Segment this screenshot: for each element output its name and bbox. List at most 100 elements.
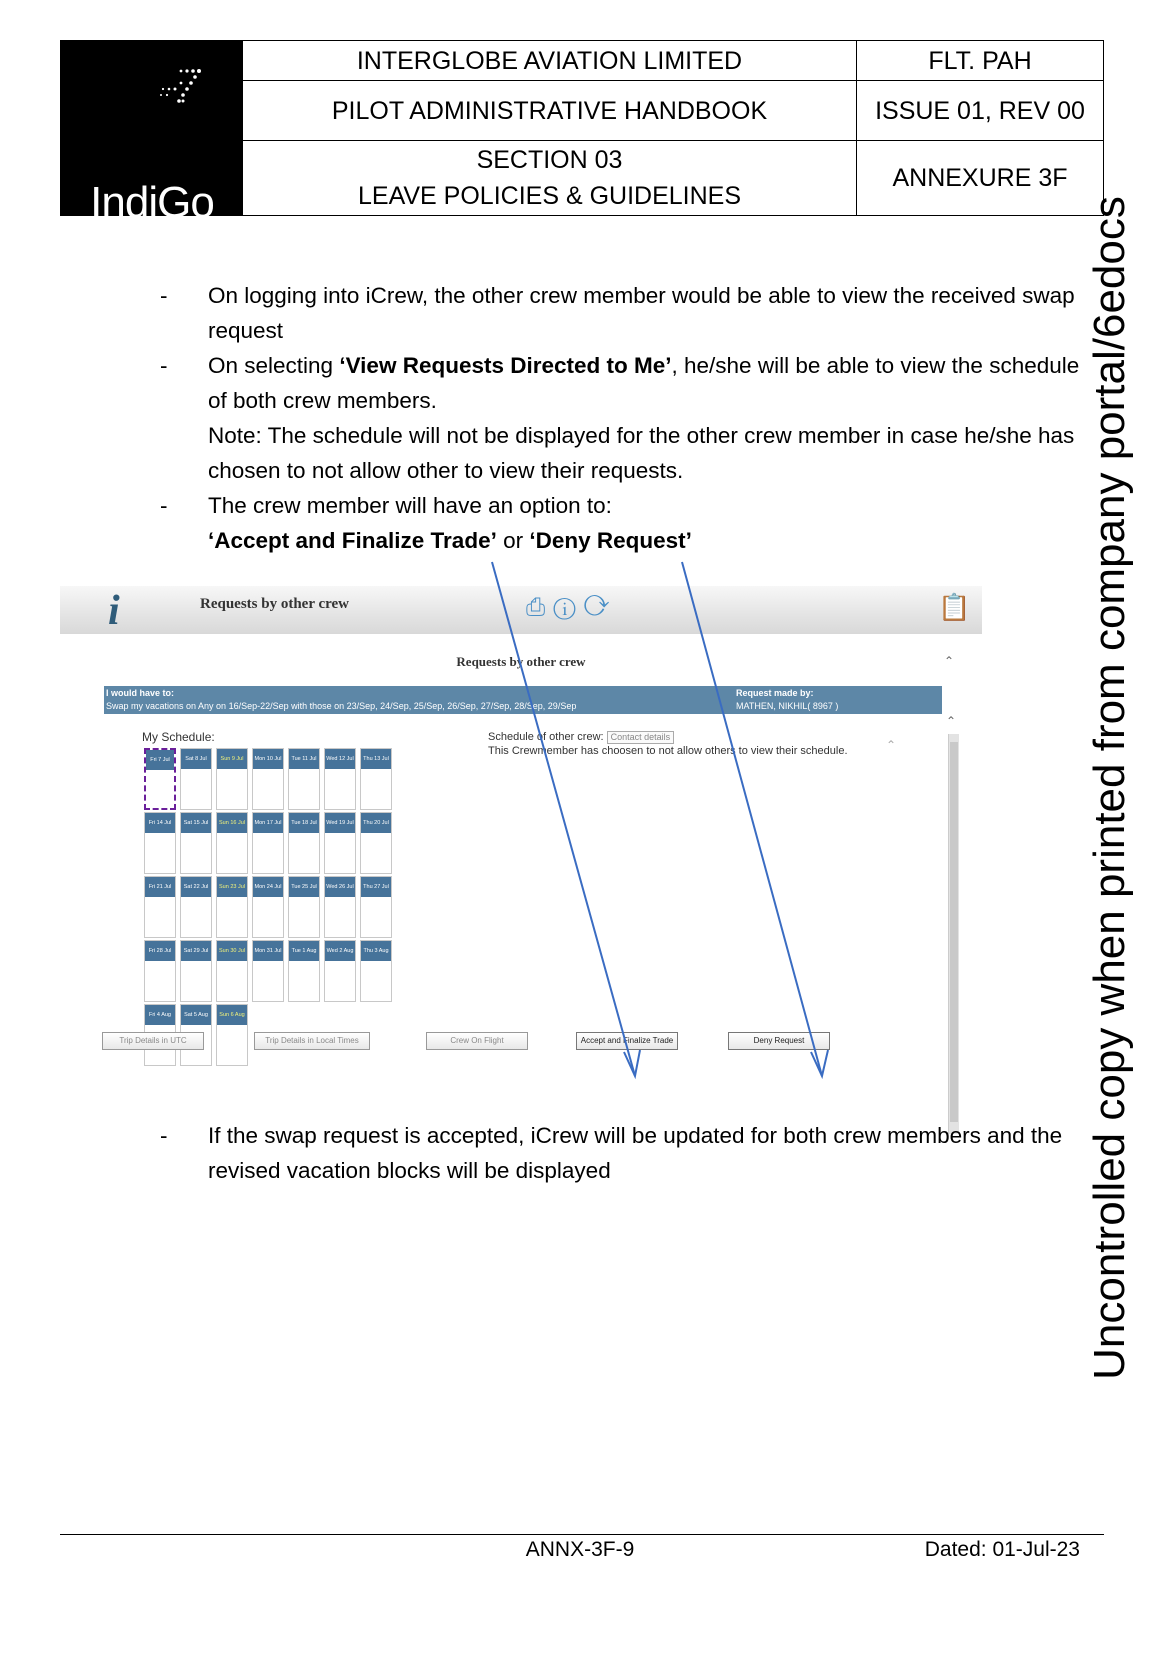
bullet-text: The crew member will have an option to: [208,493,612,518]
app-logo: i [108,588,120,634]
schedule-day-label: Thu 13 Jul [361,749,391,769]
bullet-text: On selecting [208,353,340,378]
schedule-day-label: Fri 4 Aug [145,1005,175,1025]
schedule-day-cell[interactable]: Wed 19 Jul [324,812,356,874]
schedule-day-label: Sat 5 Aug [181,1005,211,1025]
deny-request-button[interactable]: Deny Request [728,1032,830,1050]
schedule-day-cell[interactable]: Sun 16 Jul [216,812,248,874]
schedule-day-label: Wed 26 Jul [325,877,355,897]
schedule-day-cell[interactable]: Sun 6 Aug [216,1004,248,1066]
schedule-day-cell[interactable]: Thu 13 Jul [360,748,392,810]
schedule-day-cell[interactable]: Mon 24 Jul [252,876,284,938]
window-title: Requests by other crew [200,596,350,612]
scroll-up-icon[interactable]: ⌃ [886,738,896,752]
schedule-day-cell[interactable]: Wed 2 Aug [324,940,356,1002]
bullet-dash: - [160,353,168,378]
schedule-day-cell[interactable]: Thu 3 Aug [360,940,392,1002]
schedule-day-label: Fri 21 Jul [145,877,175,897]
doc-code: FLT. PAH [856,41,1103,81]
contact-details-button[interactable]: Contact details [606,731,675,744]
note-text: Note: The schedule will not be displayed… [208,423,1075,483]
schedule-day-cell[interactable]: Tue 18 Jul [288,812,320,874]
refresh-icon[interactable]: ⟳ [584,594,618,621]
content-panel: Requests by other crew ⌃ I would have to… [60,634,982,1148]
icrew-screenshot: i Requests by other crew ⎙ⓘ⟳ 📋 Requests … [60,586,982,1148]
toolbar-icons: ⎙ⓘ⟳ [526,594,617,622]
scroll-up-icon[interactable]: ⌃ [946,714,956,728]
section-name: LEAVE POLICIES & GUIDELINES [357,182,741,210]
schedule-day-cell[interactable]: Sun 30 Jul [216,940,248,1002]
panel-subtitle: Requests by other crew [456,654,586,669]
other-schedule-message: This Crewmember has choosen to not allow… [488,745,848,757]
section-number: SECTION 03 [476,146,623,174]
list-item: - The crew member will have an option to… [150,488,1100,558]
schedule-day-cell[interactable]: Tue 11 Jul [288,748,320,810]
schedule-day-label: Mon 31 Jul [253,941,283,961]
bullet-text: If the swap request is accepted, iCrew w… [208,1123,1063,1183]
calendar-icon[interactable]: 📋 [938,592,970,623]
print-icon[interactable]: ⎙ [526,594,553,621]
request-left-text: Swap my vacations on Any on 16/Sep-22/Se… [106,701,577,711]
schedule-day-label: Sun 23 Jul [217,877,247,897]
vertical-scrollbar[interactable] [948,734,959,1134]
schedule-day-label: Sun 16 Jul [217,813,247,833]
scrollbar-thumb[interactable] [950,742,958,1122]
schedule-day-cell[interactable]: Fri 7 Jul [144,748,176,810]
schedule-day-cell[interactable]: Sat 22 Jul [180,876,212,938]
schedule-day-label: Tue 11 Jul [289,749,319,769]
schedule-day-label: Sun 9 Jul [217,749,247,769]
schedule-day-cell[interactable]: Sat 8 Jul [180,748,212,810]
schedule-day-label: Sat 8 Jul [181,749,211,769]
request-left-title: I would have to: [106,688,175,698]
schedule-day-cell[interactable]: Wed 26 Jul [324,876,356,938]
bullet-text: On logging into iCrew, the other crew me… [208,283,1075,343]
issue-revision: ISSUE 01, REV 00 [856,81,1103,141]
schedule-day-cell[interactable]: Sat 29 Jul [180,940,212,1002]
plane-logo-icon [160,69,201,103]
schedule-day-label: Thu 27 Jul [361,877,391,897]
schedule-day-label: Mon 17 Jul [253,813,283,833]
schedule-day-label: Wed 12 Jul [325,749,355,769]
schedule-day-cell[interactable]: Mon 31 Jul [252,940,284,1002]
schedule-day-label: Tue 1 Aug [289,941,319,961]
schedule-day-cell[interactable]: Sun 9 Jul [216,748,248,810]
my-schedule-label: My Schedule: [142,730,215,744]
document-header: IndiGo INTERGLOBE AVIATION LIMITED PILOT… [60,40,1104,225]
footer-rule [60,1534,1104,1535]
schedule-day-cell[interactable]: Sat 15 Jul [180,812,212,874]
schedule-day-cell[interactable]: Fri 14 Jul [144,812,176,874]
schedule-day-cell[interactable]: Thu 27 Jul [360,876,392,938]
help-icon[interactable]: ⓘ [553,594,583,621]
schedule-day-label: Wed 19 Jul [325,813,355,833]
trip-details-local-button[interactable]: Trip Details in Local Times [254,1032,370,1050]
schedule-day-cell[interactable]: Fri 21 Jul [144,876,176,938]
schedule-day-cell[interactable]: Wed 12 Jul [324,748,356,810]
schedule-day-cell[interactable]: Tue 1 Aug [288,940,320,1002]
schedule-day-label: Fri 14 Jul [145,813,175,833]
schedule-day-cell[interactable]: Mon 10 Jul [252,748,284,810]
scroll-up-icon[interactable]: ⌃ [944,654,954,668]
logo-text: IndiGo [90,178,215,227]
other-schedule: Schedule of other crew: Contact details … [488,730,848,758]
list-item: - If the swap request is accepted, iCrew… [150,1118,1100,1188]
option-or: or [496,528,530,553]
schedule-day-label: Sun 6 Aug [217,1005,247,1025]
list-item: - On logging into iCrew, the other crew … [150,278,1100,348]
schedule-day-label: Tue 25 Jul [289,877,319,897]
bullet-dash: - [160,283,168,308]
schedule-day-cell[interactable]: Sun 23 Jul [216,876,248,938]
trip-details-utc-button[interactable]: Trip Details in UTC [102,1032,204,1050]
schedule-day-cell[interactable]: Mon 17 Jul [252,812,284,874]
schedule-day-label: Sun 30 Jul [217,941,247,961]
crew-on-flight-button[interactable]: Crew On Flight [426,1032,528,1050]
accept-finalize-trade-button[interactable]: Accept and Finalize Trade [576,1032,678,1050]
schedule-day-cell[interactable]: Fri 28 Jul [144,940,176,1002]
schedule-day-label: Fri 28 Jul [145,941,175,961]
schedule-day-cell[interactable]: Tue 25 Jul [288,876,320,938]
schedule-day-cell[interactable]: Thu 20 Jul [360,812,392,874]
section-title: SECTION 03 LEAVE POLICIES & GUIDELINES [242,141,856,215]
schedule-day-label: Thu 3 Aug [361,941,391,961]
schedule-day-label: Fri 7 Jul [146,750,174,770]
list-item: - On selecting ‘View Requests Directed t… [150,348,1100,488]
footer-date: Dated: 01-Jul-23 [924,1538,1080,1561]
